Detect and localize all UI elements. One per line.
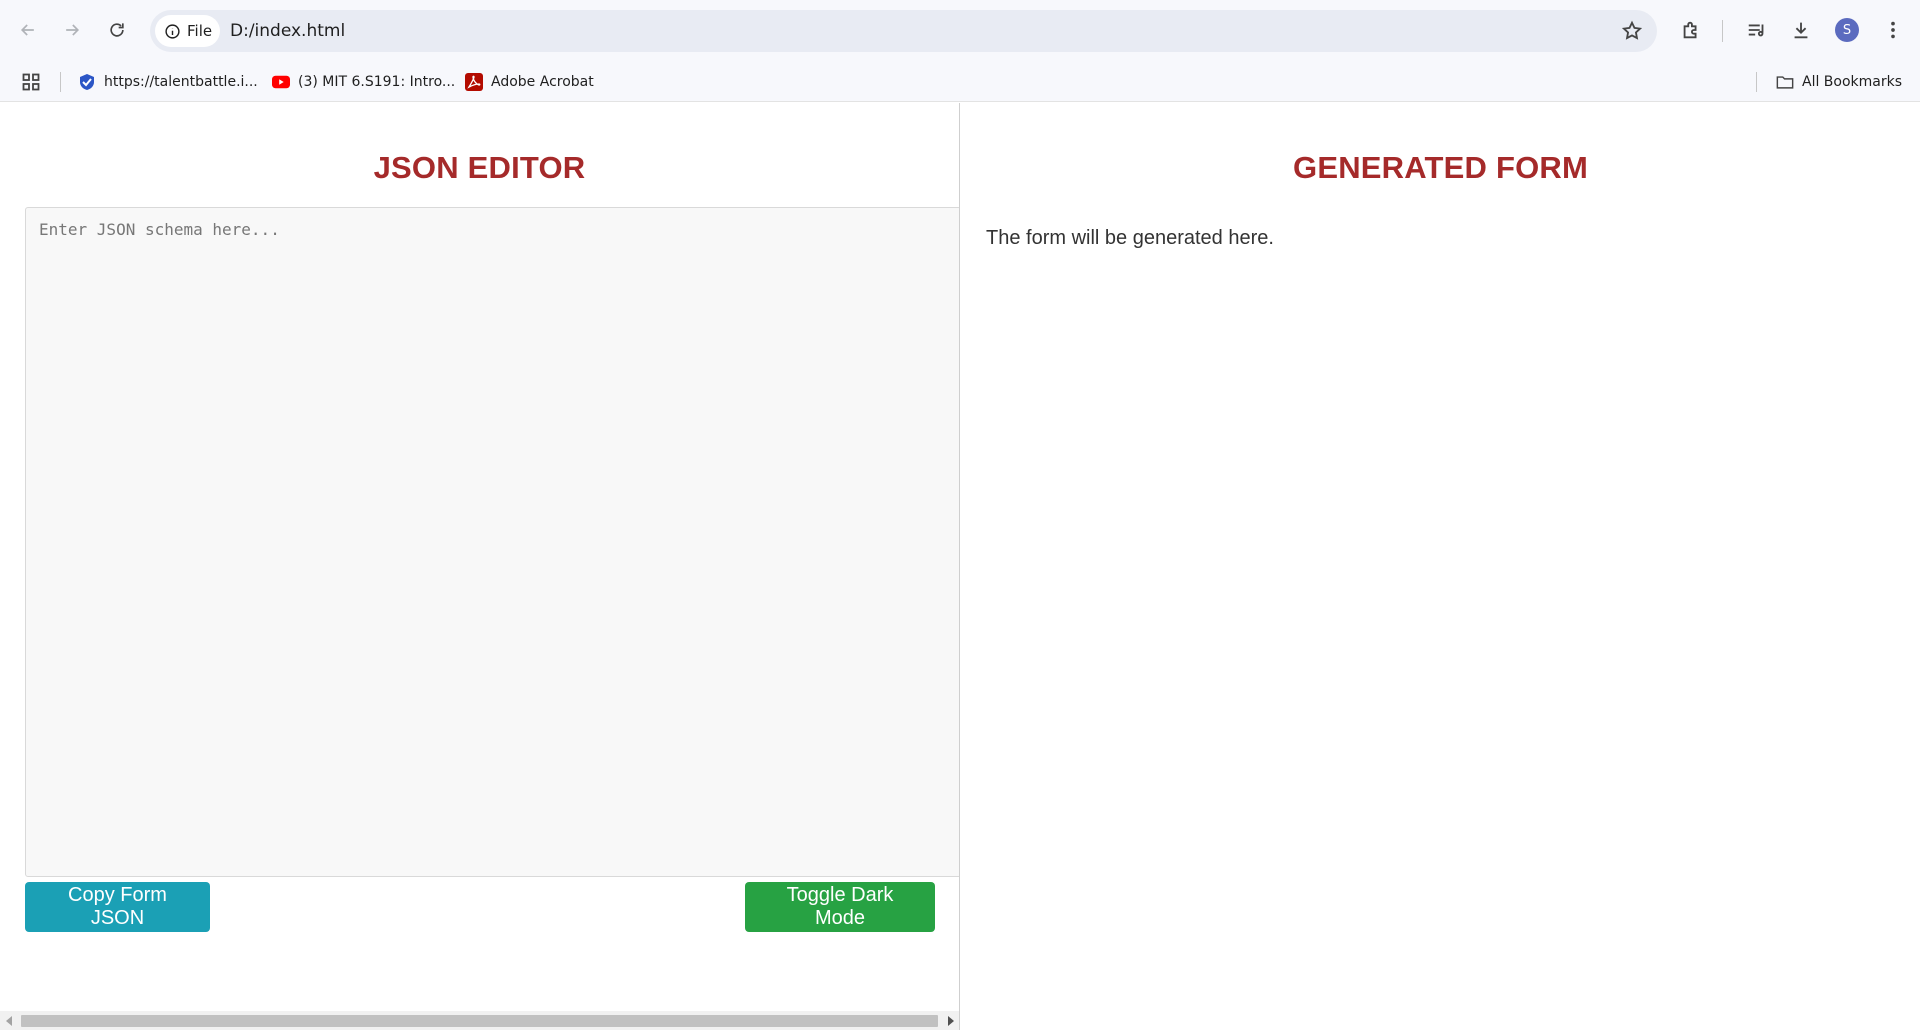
toolbar-divider [1722,20,1723,42]
acrobat-favicon-icon [465,73,483,91]
bookmark-label: Adobe Acrobat [491,74,594,90]
scroll-left-arrow-icon[interactable] [6,1016,12,1026]
form-title: GENERATED FORM [1293,150,1588,185]
generated-form-pane: GENERATED FORM The form will be generate… [961,103,1920,1030]
json-schema-textarea[interactable] [25,207,959,877]
all-bookmarks-button[interactable]: All Bookmarks [1776,71,1902,93]
forward-button[interactable] [56,14,88,46]
youtube-favicon-icon [272,73,290,91]
copy-form-json-button[interactable]: Copy Form JSON [25,882,210,932]
browser-toolbar: File D:/index.html S [0,0,1920,62]
bookmark-mit-youtube[interactable]: (3) MIT 6.S191: Intro... [272,71,455,93]
info-icon [165,23,180,39]
bookmark-label: https://talentbattle.i... [104,74,258,90]
apps-button[interactable] [22,71,40,93]
folder-icon [1776,73,1794,91]
bookmarks-bar: https://talentbattle.i... (3) MIT 6.S191… [0,62,1920,102]
editor-title: JSON EDITOR [373,150,586,185]
apps-grid-icon [22,73,40,91]
bookmark-label: (3) MIT 6.S191: Intro... [298,74,456,90]
page-content: JSON EDITOR Copy Form JSON Toggle Dark M… [0,103,1920,1030]
reload-icon [110,23,124,37]
arrow-left-icon [20,24,34,36]
bookmark-talentbattle[interactable]: https://talentbattle.i... [78,71,258,93]
form-empty-message: The form will be generated here. [986,227,1274,249]
site-info-chip[interactable]: File [155,15,220,47]
arrow-right-icon [66,24,80,36]
toggle-dark-mode-button[interactable]: Toggle Dark Mode [745,882,935,932]
kebab-menu-icon[interactable] [1880,17,1906,43]
reload-button[interactable] [101,14,133,46]
address-bar[interactable]: File D:/index.html [150,10,1657,52]
bookmark-star-icon[interactable] [1621,20,1643,42]
talentbattle-favicon-icon [78,73,96,91]
media-queue-icon[interactable] [1744,17,1770,43]
json-editor-pane: JSON EDITOR Copy Form JSON Toggle Dark M… [0,103,960,1030]
download-icon[interactable] [1788,17,1814,43]
scrollbar-thumb[interactable] [21,1015,938,1027]
horizontal-scrollbar[interactable] [0,1011,959,1030]
scroll-right-arrow-icon[interactable] [948,1016,954,1026]
profile-avatar[interactable]: S [1835,18,1859,42]
bookmark-adobe-acrobat[interactable]: Adobe Acrobat [465,71,594,93]
site-chip-label: File [187,22,213,40]
bookmarks-divider [1756,72,1757,92]
all-bookmarks-label: All Bookmarks [1802,74,1903,90]
extensions-icon[interactable] [1678,17,1704,43]
bookmarks-divider [60,72,61,92]
back-button[interactable] [12,14,44,46]
url-text[interactable]: D:/index.html [230,21,345,41]
